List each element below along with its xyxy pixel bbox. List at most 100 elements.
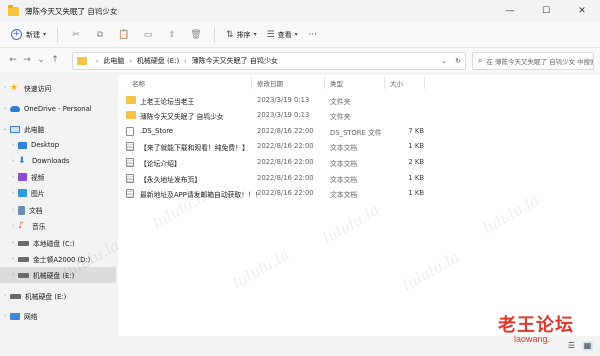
file-name: 最新地址及APP请发邮箱自动获取！！！ <box>140 191 262 199</box>
rename-icon[interactable]: ▭ <box>136 26 160 44</box>
sidebar-item-label: 此电脑 <box>24 126 45 134</box>
logo-text: 老王论坛 <box>498 315 574 336</box>
paste-icon[interactable]: 📋 <box>112 26 136 44</box>
file-size: 7 KB <box>408 127 424 135</box>
expand-chevron-icon[interactable]: › <box>8 190 18 196</box>
file-row[interactable]: 上老王论坛当老王 2023/3/19 0:13 文件夹 <box>118 93 600 108</box>
recent-chevron-icon[interactable]: ⌄ <box>34 55 48 65</box>
sidebar-item-network[interactable]: › 网络 <box>0 308 116 324</box>
more-options-button[interactable]: ··· <box>303 30 323 40</box>
sidebar-item-quick-access[interactable]: › ★ 快速访问 <box>0 80 116 96</box>
cut-icon[interactable]: ✂ <box>64 26 88 44</box>
chevron-right-icon[interactable]: › <box>129 58 131 65</box>
delete-icon[interactable]: 🗑 <box>184 26 208 44</box>
column-header-type[interactable]: 类型 <box>330 78 343 88</box>
expand-chevron-icon[interactable]: ⌄ <box>0 126 10 132</box>
explorer-window: 薄陈今天又失眠了 自鸨少女 — ☐ ✕ + 新建 ▾ ✂ ⧉ 📋 ▭ ⇪ 🗑 ⇅… <box>0 0 600 356</box>
chevron-down-icon: ▾ <box>253 31 257 38</box>
view-icon: ☰ <box>266 29 275 40</box>
column-header-date[interactable]: 修改日期 <box>257 78 283 88</box>
file-type: 文件夹 <box>330 113 351 121</box>
sidebar-item-music[interactable]: › ♪ 音乐 <box>0 218 116 234</box>
column-divider[interactable] <box>324 77 325 89</box>
sidebar-item-label: 音乐 <box>32 223 46 231</box>
sidebar-item-drive-e-root[interactable]: › 机械硬盘 (E:) <box>0 288 116 304</box>
breadcrumb-drive-e[interactable]: 机械硬盘 (E:) <box>137 56 179 66</box>
refresh-icon[interactable]: ↻ <box>451 57 465 65</box>
expand-chevron-icon[interactable]: › <box>0 313 10 319</box>
sidebar-item-documents[interactable]: › 文档 <box>0 202 116 218</box>
maximize-button[interactable]: ☐ <box>528 0 564 22</box>
video-icon <box>18 173 27 181</box>
sidebar-item-label: 图片 <box>31 190 45 198</box>
expand-chevron-icon[interactable]: › <box>8 272 18 278</box>
dropdown-chevron-icon[interactable]: ⌄ <box>437 57 451 65</box>
search-input[interactable]: ⌕ 在 薄陈今天又失眠了 自鸨少女 中搜索 <box>472 52 594 70</box>
text-file-icon <box>126 142 134 151</box>
sort-button[interactable]: ⇅ 排序 ▾ <box>221 26 262 44</box>
expand-chevron-icon[interactable]: › <box>8 158 18 164</box>
sidebar-item-drive-e[interactable]: › 机械硬盘 (E:) <box>0 267 116 283</box>
file-size: 1 KB <box>408 142 424 150</box>
chevron-right-icon[interactable]: › <box>96 58 98 65</box>
close-button[interactable]: ✕ <box>564 0 600 22</box>
sidebar-item-this-pc[interactable]: ⌄ 此电脑 <box>0 121 116 137</box>
file-row[interactable]: 【永久地址发布页】 2022/8/16 22:00 文本文档 1 KB <box>118 171 600 186</box>
address-bar[interactable]: › 此电脑 › 机械硬盘 (E:) › 薄陈今天又失眠了 自鸨少女 ⌄ ↻ <box>72 52 466 70</box>
column-header-size[interactable]: 大小 <box>390 78 403 88</box>
sidebar-item-pictures[interactable]: › 图片 <box>0 185 116 201</box>
expand-chevron-icon[interactable]: › <box>8 174 18 180</box>
sidebar-item-label: 网络 <box>24 313 38 321</box>
sidebar-item-desktop[interactable]: › Desktop <box>0 137 116 153</box>
column-divider[interactable] <box>251 77 252 89</box>
file-type: 文本文档 <box>330 176 358 184</box>
sidebar-item-downloads[interactable]: › ⬇ Downloads <box>0 153 116 169</box>
breadcrumb-current-folder[interactable]: 薄陈今天又失眠了 自鸨少女 <box>192 56 278 66</box>
new-button[interactable]: + 新建 ▾ <box>6 26 51 44</box>
column-divider[interactable] <box>424 77 425 89</box>
search-icon: ⌕ <box>478 56 483 65</box>
expand-chevron-icon[interactable]: › <box>8 142 18 148</box>
details-view-icon[interactable]: ☰ <box>566 341 577 351</box>
chevron-right-icon[interactable]: › <box>184 58 186 65</box>
sidebar-item-label: 机械硬盘 (E:) <box>25 293 67 301</box>
sidebar-item-drive-d[interactable]: › 金士顿A2000 (D:) <box>0 251 116 267</box>
expand-chevron-icon[interactable]: › <box>8 240 18 246</box>
sidebar-item-videos[interactable]: › 视频 <box>0 169 116 185</box>
download-icon: ⬇ <box>18 155 26 166</box>
file-row[interactable]: 【来了就能下载和观看！纯免费！】 2022/8/16 22:00 文本文档 1 … <box>118 139 600 154</box>
column-header-name[interactable]: 名称 <box>132 78 145 88</box>
sidebar-item-label: 快速访问 <box>24 85 52 93</box>
file-row[interactable]: .DS_Store 2022/8/16 22:00 DS_STORE 文件 7 … <box>118 124 600 139</box>
expand-chevron-icon[interactable]: › <box>0 85 10 91</box>
expand-chevron-icon[interactable]: › <box>8 223 18 229</box>
up-arrow-icon[interactable]: ↑ <box>48 55 62 65</box>
file-date: 2022/8/16 22:00 <box>257 127 314 135</box>
new-label: 新建 <box>26 30 40 39</box>
share-icon[interactable]: ⇪ <box>160 26 184 44</box>
file-size: 1 KB <box>408 174 424 182</box>
expand-chevron-icon[interactable]: › <box>0 106 10 112</box>
file-row[interactable]: 薄陈今天又失眠了 自鸨少女 2023/3/19 0:13 文件夹 <box>118 108 600 123</box>
site-logo: 老王论坛 laowang. <box>498 311 574 344</box>
breadcrumb-this-pc[interactable]: 此电脑 <box>103 56 124 66</box>
file-row[interactable]: 最新地址及APP请发邮箱自动获取！！！ 2022/8/16 22:00 文本文档… <box>118 186 600 201</box>
view-button[interactable]: ☰ 查看 ▾ <box>262 26 303 44</box>
sidebar-item-onedrive[interactable]: › OneDrive - Personal <box>0 101 116 117</box>
expand-chevron-icon[interactable]: › <box>8 207 18 213</box>
file-row[interactable]: 【论坛介绍】 2022/8/16 22:00 文本文档 2 KB <box>118 155 600 170</box>
navigation-pane: › ★ 快速访问 › OneDrive - Personal ⌄ 此电脑 › D… <box>0 75 116 356</box>
copy-icon[interactable]: ⧉ <box>88 26 112 44</box>
desktop-icon <box>18 141 27 149</box>
chevron-down-icon: ▾ <box>294 31 298 38</box>
sidebar-item-drive-c[interactable]: › 本地磁盘 (C:) <box>0 235 116 251</box>
expand-chevron-icon[interactable]: › <box>0 293 10 299</box>
file-date: 2022/8/16 22:00 <box>257 174 314 182</box>
large-icons-view-icon[interactable]: ▦ <box>582 341 593 351</box>
picture-icon <box>18 189 27 197</box>
back-arrow-icon[interactable]: ← <box>6 55 20 65</box>
expand-chevron-icon[interactable]: › <box>8 256 18 262</box>
forward-arrow-icon[interactable]: → <box>20 55 34 65</box>
column-divider[interactable] <box>384 77 385 89</box>
minimize-button[interactable]: — <box>492 0 528 22</box>
